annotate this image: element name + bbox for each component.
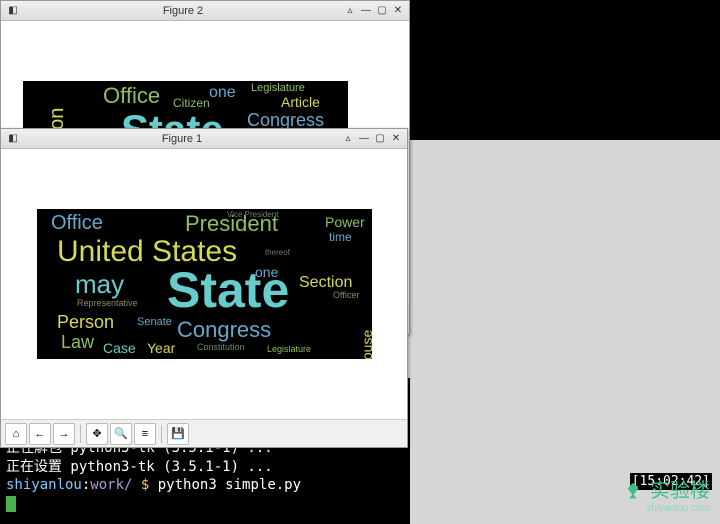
watermark-brand: 实验楼 [650,480,710,502]
wc1-word: Vice President [227,211,278,219]
wc1-word: Office [51,213,103,233]
app-icon: ◧ [5,131,21,147]
maximize-button[interactable]: ▢ [373,132,387,146]
wc2-word: Article [281,95,320,109]
figure1-toolbar: ⌂ ← → ✥ 🔍 ≡ 💾 [1,419,407,447]
figure2-title: Figure 2 [25,5,341,17]
app-icon: ◧ [5,3,21,19]
figure2-titlebar[interactable]: ◧ Figure 2 ▵ — ▢ ✕ [1,1,409,21]
prompt-path: work/ [90,477,132,493]
figure1-window: ◧ Figure 1 ▵ — ▢ ✕ Office President Unit… [0,128,408,448]
toolbar-divider [161,425,162,443]
wc1-word: one [255,265,278,279]
wc1-word: Congress [177,319,271,341]
wc2-word: Legislature [251,83,305,94]
cursor [6,496,16,512]
wc1-word: Person [57,313,114,331]
wc1-word: Section [299,275,352,291]
prompt-command: python3 simple.py [158,477,301,493]
restore-button[interactable]: — [359,4,373,18]
wc1-word: thereof [265,249,290,257]
figure1-title: Figure 1 [25,133,339,145]
wc1-word: Year [147,341,175,355]
background-dark-panel [410,0,720,140]
wc2-word: Congress [247,111,324,129]
wc1-word: may [75,271,124,297]
close-button[interactable]: ✕ [389,132,403,146]
save-button[interactable]: 💾 [167,423,189,445]
wc1-word: Case [103,341,136,355]
wc2-word: Office [103,85,160,107]
watermark-sub: shiyanlou.com [622,503,710,514]
wc2-word: Citizen [173,97,210,109]
minimize-button[interactable]: ▵ [343,4,357,18]
wc1-word: time [329,231,352,243]
zoom-button[interactable]: 🔍 [110,423,132,445]
minimize-button[interactable]: ▵ [341,132,355,146]
configure-button[interactable]: ≡ [134,423,156,445]
forward-button[interactable]: → [53,423,75,445]
restore-button[interactable]: — [357,132,371,146]
home-button[interactable]: ⌂ [5,423,27,445]
maximize-button[interactable]: ▢ [375,4,389,18]
wc2-word: one [209,85,236,101]
back-button[interactable]: ← [29,423,51,445]
wc1-word: Law [61,333,94,351]
watermark: 实验楼 shiyanlou.com [622,474,710,514]
wc1-word: Legislature [267,345,311,354]
terminal-line: 正在设置 python3-tk (3.5.1-1) ... [6,458,404,477]
prompt-user: shiyanlou [6,477,82,493]
prompt-dollar: $ [132,477,157,493]
figure1-titlebar[interactable]: ◧ Figure 1 ▵ — ▢ ✕ [1,129,407,149]
wc1-word: Representative [77,299,138,308]
wc1-word: House [360,330,372,359]
wordcloud-1: Office President United States may State… [37,209,372,359]
wc1-word: Officer [333,291,359,300]
toolbar-divider [80,425,81,443]
wc1-word: Power [325,215,365,229]
terminal-prompt-line: shiyanlou:work/ $ python3 simple.py [6,476,404,495]
figure1-canvas: Office President United States may State… [1,149,407,419]
close-button[interactable]: ✕ [391,4,405,18]
shiyanlou-logo-icon [622,481,644,503]
pan-button[interactable]: ✥ [86,423,108,445]
wc1-word: Constitution [197,343,245,352]
wc1-word: Senate [137,317,172,328]
